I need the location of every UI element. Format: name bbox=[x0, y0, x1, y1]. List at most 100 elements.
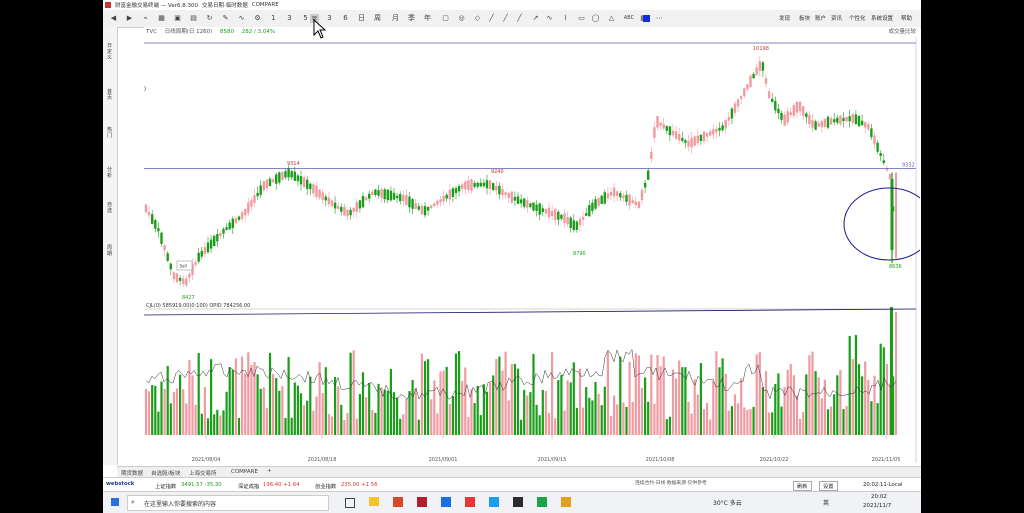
period-5-icon[interactable]: 5 bbox=[301, 14, 310, 23]
rect-icon[interactable]: ▭ bbox=[577, 14, 586, 23]
app-icon-g[interactable] bbox=[561, 497, 571, 507]
candle-body-209 bbox=[792, 105, 796, 116]
menu-sector[interactable]: 板块 bbox=[799, 14, 810, 22]
symbol-label[interactable]: TVC bbox=[146, 29, 157, 35]
app-icon-e[interactable] bbox=[513, 497, 523, 507]
refresh-icon[interactable]: ↻ bbox=[205, 14, 214, 23]
diamond-icon[interactable]: ◇ bbox=[473, 14, 482, 23]
arrow-icon[interactable]: ↗ bbox=[531, 14, 540, 23]
volume-bar-157 bbox=[631, 401, 634, 435]
candle-body-31 bbox=[240, 212, 244, 219]
menu-discover[interactable]: 发现 bbox=[779, 14, 790, 22]
x-axis-date-2: 2021/09/01 bbox=[429, 457, 458, 463]
settings-button[interactable]: 设置 bbox=[819, 481, 838, 491]
candle-body-43 bbox=[278, 172, 281, 183]
sidebar-tab-home[interactable]: 首页 bbox=[105, 89, 114, 101]
chart-area[interactable]: 1000050009332CJL(0) 585919.00(0:100) OPI… bbox=[130, 37, 935, 463]
menu-personal[interactable]: 个性化 bbox=[849, 14, 866, 22]
price-volume-chart[interactable]: 1000050009332CJL(0) 585919.00(0:100) OPI… bbox=[130, 37, 935, 463]
segment-icon[interactable]: ╱ bbox=[487, 14, 496, 23]
color-icon[interactable] bbox=[643, 15, 650, 22]
wave-icon[interactable]: ∿ bbox=[545, 14, 554, 23]
candle-body-69 bbox=[358, 200, 362, 209]
text-icon[interactable]: ABC bbox=[623, 14, 635, 23]
office-icon[interactable] bbox=[393, 497, 403, 507]
volume-bar-233 bbox=[867, 379, 870, 435]
period-60-icon[interactable]: 6 bbox=[341, 14, 350, 23]
menu-help[interactable]: 帮助 bbox=[901, 14, 912, 22]
candle-body-3 bbox=[154, 220, 157, 229]
season-icon[interactable]: 季 bbox=[407, 14, 416, 23]
tab-compare[interactable]: COMPARE bbox=[231, 469, 258, 475]
candle-body-165 bbox=[656, 116, 659, 128]
candle-body-192 bbox=[740, 96, 743, 99]
sidebar-tab-hot[interactable]: 热门 bbox=[105, 127, 114, 139]
grid-icon[interactable]: ▦ bbox=[157, 14, 166, 23]
sidebar-tab-define[interactable]: 日定义 bbox=[105, 43, 114, 61]
sidebar-tab-analysis[interactable]: 分析 bbox=[105, 167, 114, 179]
app-icon-f[interactable] bbox=[537, 497, 547, 507]
volume-bar-29 bbox=[234, 358, 237, 435]
volume-bar-2 bbox=[151, 385, 154, 435]
back-icon[interactable]: ◀ bbox=[109, 14, 118, 23]
channel-icon[interactable]: ╱ bbox=[515, 14, 524, 23]
circle-icon[interactable]: ◎ bbox=[457, 14, 466, 23]
tab-futures[interactable]: 期货数据 bbox=[121, 469, 143, 477]
forward-icon[interactable]: ▶ bbox=[125, 14, 134, 23]
day-icon[interactable]: 日 bbox=[357, 14, 366, 23]
weather-label[interactable]: 30°C 多云 bbox=[713, 498, 742, 507]
triangle-icon[interactable]: △ bbox=[607, 14, 616, 23]
volume-bar-44 bbox=[281, 386, 284, 435]
polyline-icon[interactable]: ⌇ bbox=[561, 14, 570, 23]
save-icon[interactable]: ▤ bbox=[189, 14, 198, 23]
app-icon-d[interactable] bbox=[489, 497, 499, 507]
volume-bar-162 bbox=[647, 401, 650, 435]
refresh-button[interactable]: 刷新 bbox=[793, 481, 812, 491]
windows-start-icon[interactable] bbox=[111, 498, 119, 506]
layout-icon[interactable]: ▣ bbox=[173, 14, 182, 23]
period-3-icon[interactable]: 3 bbox=[285, 14, 294, 23]
app-icon-a[interactable] bbox=[417, 497, 427, 507]
candle-body-162 bbox=[647, 170, 650, 180]
settings-icon[interactable]: ⚙ bbox=[253, 14, 262, 23]
taskview-icon[interactable] bbox=[345, 498, 355, 508]
sidebar-tab-period[interactable]: 周期 bbox=[105, 245, 114, 257]
explorer-icon[interactable] bbox=[369, 497, 379, 506]
month-icon[interactable]: 月 bbox=[391, 14, 400, 23]
tab-add[interactable]: + bbox=[267, 468, 272, 474]
lang-label[interactable]: 英 bbox=[823, 498, 829, 507]
menu-account[interactable]: 账户 bbox=[815, 14, 826, 22]
volume-bar-212 bbox=[802, 411, 805, 435]
volume-bar-236 bbox=[876, 403, 879, 435]
period-1-icon[interactable]: 1 bbox=[269, 14, 278, 23]
tab-exchange[interactable]: 上海交易所 bbox=[189, 469, 217, 477]
volume-bar-74 bbox=[374, 412, 377, 435]
sidebar-tab-watchlist[interactable]: 自选 bbox=[105, 202, 114, 214]
volume-bar-179 bbox=[699, 363, 702, 435]
box-icon[interactable]: ▢ bbox=[441, 14, 450, 23]
draw-icon[interactable]: ✎ bbox=[221, 14, 230, 23]
line-chart-icon[interactable]: ⌁ bbox=[141, 14, 150, 23]
volume-bar-184 bbox=[715, 351, 718, 435]
sell-box-label: Sell bbox=[180, 264, 187, 269]
year-icon[interactable]: 年 bbox=[423, 14, 432, 23]
volume-spike-1 bbox=[890, 307, 893, 435]
volume-bar-71 bbox=[365, 397, 368, 435]
app-icon-c[interactable] bbox=[465, 497, 475, 507]
candle-final-body bbox=[890, 178, 894, 251]
taskbar-search[interactable]: ⌕ 在这里输入你要搜索的内容 bbox=[127, 495, 329, 511]
volume-bar-194 bbox=[746, 409, 749, 435]
candle-body-111 bbox=[488, 180, 492, 189]
menu-settings[interactable]: 系统设置 bbox=[871, 14, 893, 22]
tab-watchlist[interactable]: 自选股/板块 bbox=[151, 469, 180, 477]
ray-icon[interactable]: ╱ bbox=[501, 14, 510, 23]
ellipse-icon[interactable]: ◯ bbox=[591, 14, 600, 23]
candle-body-60 bbox=[330, 200, 334, 207]
week-icon[interactable]: 周 bbox=[373, 14, 382, 23]
candle-body-128 bbox=[541, 208, 544, 212]
more-icon[interactable]: ⋯ bbox=[655, 14, 664, 23]
app-icon-b[interactable] bbox=[441, 497, 451, 507]
low-left-label: 8427 bbox=[182, 295, 195, 301]
menu-news[interactable]: 资讯 bbox=[831, 14, 842, 22]
indicator-icon[interactable]: ∿ bbox=[237, 14, 246, 23]
